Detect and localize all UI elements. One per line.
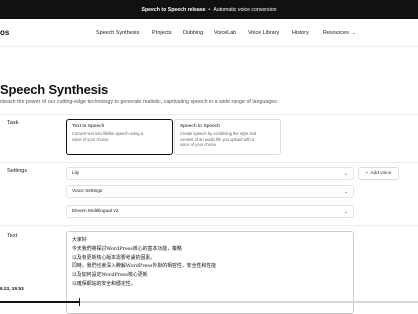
page-subtitle: nleash the power of our cutting-edge tec… — [0, 99, 279, 105]
chevron-down-icon: ⌄ — [343, 170, 348, 177]
text-line: 以及有更新核心版本需要考慮的因素。 — [72, 254, 156, 261]
task-option-desc: voice of your choice. — [72, 136, 110, 142]
task-label: Task — [7, 120, 19, 126]
task-option-title: Speech to Speech — [180, 124, 220, 129]
nav-projects[interactable]: Projects — [152, 30, 171, 36]
chevron-down-icon: ⌄ — [351, 30, 356, 36]
section-divider — [0, 162, 418, 163]
task-option-title: Text to Speech — [72, 124, 105, 129]
model-select[interactable]: Eleven Multilingual v2 ⌄ — [66, 205, 354, 218]
model-select-value: Eleven Multilingual v2 — [72, 209, 119, 214]
announcement-bar[interactable]: Speech to Speech release • Automatic voi… — [0, 0, 418, 19]
section-divider — [0, 225, 418, 226]
text-line: 今天我們將探討WordPress核心的基本功能，策略 — [72, 245, 182, 252]
video-progress-handle[interactable] — [79, 298, 81, 306]
video-progress-fill — [0, 301, 80, 303]
announcement-separator: • — [208, 6, 211, 13]
nav-resources-label: Resources — [323, 30, 349, 36]
nav-voicelab[interactable]: VoiceLab — [214, 30, 236, 36]
nav-resources[interactable]: Resources ⌄ — [323, 30, 356, 36]
plus-icon: + — [365, 171, 369, 176]
chevron-down-icon: ⌄ — [343, 188, 348, 195]
voice-select-value: Lily — [72, 171, 80, 176]
text-line: 同時，我們也會深入瞭解WordPress外掛的相容性，安全性和性能 — [72, 263, 217, 270]
chevron-down-icon: ⌄ — [343, 208, 348, 215]
announcement-title: Speech to Speech release — [141, 6, 206, 13]
voice-settings-label: Voice Settings — [72, 189, 103, 194]
text-line: 大家好 — [72, 237, 87, 243]
text-line: 以及如何設定WordPress核心更新 — [72, 272, 148, 279]
nav-history[interactable]: History — [292, 30, 309, 36]
page-title: Speech Synthesis — [0, 82, 109, 97]
nav-dubbing[interactable]: Dubbing — [183, 30, 203, 36]
add-voice-button[interactable]: + Add voice — [358, 167, 399, 180]
voice-select[interactable]: Lily ⌄ — [66, 167, 354, 180]
voice-settings-toggle[interactable]: Voice Settings ⌄ — [66, 185, 354, 198]
text-label: Text — [7, 233, 18, 239]
logo[interactable]: os — [0, 28, 9, 37]
task-option-desc: voice of your choice. — [180, 142, 218, 148]
section-divider — [0, 114, 418, 115]
task-option-text-to-speech[interactable]: Text to Speech Convert text into lifelik… — [66, 119, 173, 155]
settings-label: Settings — [7, 168, 28, 174]
video-progress-bar[interactable] — [0, 301, 418, 303]
text-line: 以確保網站的安全和穩定性。 — [72, 280, 136, 287]
video-timestamp: 9.23, 15:53 — [0, 286, 24, 291]
top-nav: os Speech Synthesis Projects Dubbing Voi… — [0, 19, 418, 47]
nav-voice-library[interactable]: Voice Library — [248, 30, 279, 36]
nav-speech-synthesis[interactable]: Speech Synthesis — [96, 30, 139, 36]
add-voice-label: Add voice — [370, 171, 392, 176]
announcement-text: Automatic voice conversion — [213, 6, 277, 13]
task-option-speech-to-speech[interactable]: Speech to Speech Create speech by combin… — [174, 119, 281, 155]
